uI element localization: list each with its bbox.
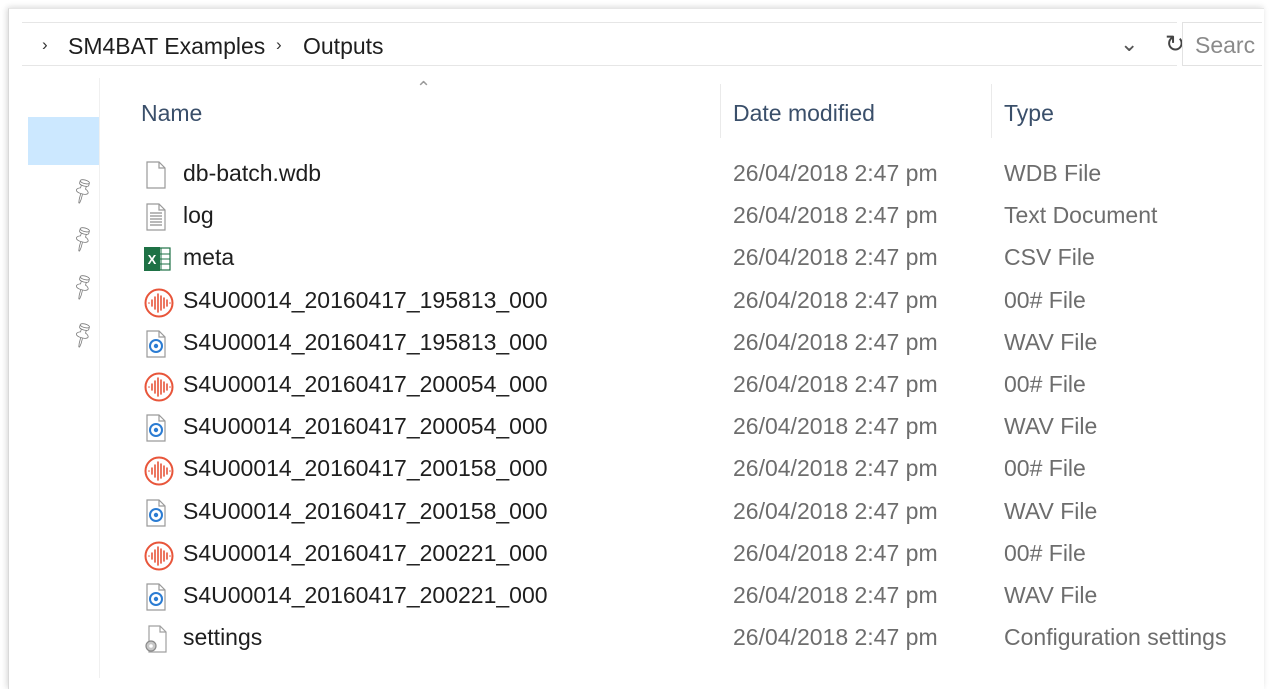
file-type: Configuration settings: [1004, 624, 1227, 651]
search-input[interactable]: Searc: [1182, 22, 1262, 66]
search-placeholder: Searc: [1195, 32, 1256, 58]
blank-file-icon: [144, 161, 168, 189]
file-row[interactable]: log 26/04/2018 2:47 pm Text Document: [130, 195, 1250, 237]
svg-text:X: X: [148, 252, 157, 267]
file-type: Text Document: [1004, 202, 1158, 229]
file-row[interactable]: db-batch.wdb 26/04/2018 2:47 pm WDB File: [130, 153, 1250, 195]
file-name: S4U00014_20160417_200054_000: [183, 371, 548, 397]
file-row[interactable]: S4U00014_20160417_200221_000 26/04/2018 2…: [130, 533, 1250, 575]
file-name: log: [183, 202, 214, 229]
file-date-modified: 26/04/2018 2:47 pm: [733, 455, 938, 482]
file-name: S4U00014_20160417_200158_000: [183, 455, 548, 482]
file-date-modified: 26/04/2018 2:47 pm: [733, 202, 938, 229]
breadcrumb-separator-icon[interactable]: ›: [276, 35, 282, 55]
waveform-icon: [144, 541, 174, 571]
file-row[interactable]: S4U00014_20160417_200158_000 26/04/2018 2…: [130, 491, 1250, 533]
file-type: 00# File: [1004, 455, 1086, 482]
file-name: S4U00014_20160417_200221_000: [183, 582, 548, 608]
file-type: WAV File: [1004, 413, 1098, 440]
file-name: S4U00014_20160417_195813_000: [183, 286, 548, 313]
file-type: 00# File: [1004, 286, 1086, 313]
file-name: S4U00014_20160417_200054_000: [183, 413, 548, 440]
waveform-icon: [144, 372, 174, 402]
waveform-icon: [144, 288, 174, 318]
breadcrumb-expand-icon[interactable]: ›: [42, 35, 48, 55]
breadcrumb-item-sm4bat-examples[interactable]: SM4BAT Examples: [68, 33, 265, 60]
file-type: WAV File: [1004, 582, 1098, 608]
file-row[interactable]: settings 26/04/2018 2:47 pm Configuration …: [130, 617, 1250, 659]
file-date-modified: 26/04/2018 2:47 pm: [733, 286, 938, 313]
file-type: WAV File: [1004, 497, 1098, 524]
excel-icon: X: [144, 245, 171, 273]
file-date-modified: 26/04/2018 2:47 pm: [733, 160, 938, 186]
text-document-icon: [144, 203, 168, 231]
file-type: WDB File: [1004, 160, 1102, 186]
chevron-down-icon[interactable]: ⌄: [1120, 31, 1138, 57]
wav-file-icon: [144, 583, 168, 611]
file-type: 00# File: [1004, 371, 1086, 397]
file-date-modified: 26/04/2018 2:47 pm: [733, 582, 938, 608]
file-date-modified: 26/04/2018 2:47 pm: [733, 413, 938, 440]
navigation-pane: [22, 78, 100, 678]
settings-file-icon: [144, 625, 168, 653]
file-date-modified: 26/04/2018 2:47 pm: [733, 371, 938, 397]
file-row[interactable]: Xmeta 26/04/2018 2:47 pm CSV File: [130, 237, 1250, 279]
column-divider[interactable]: [991, 84, 992, 138]
file-row[interactable]: S4U00014_20160417_200221_000 26/04/2018 2…: [130, 575, 1250, 617]
breadcrumb-item-outputs[interactable]: Outputs: [303, 33, 384, 60]
wav-file-icon: [144, 414, 168, 442]
file-row[interactable]: S4U00014_20160417_200054_000 26/04/2018 2…: [130, 406, 1250, 448]
file-row[interactable]: S4U00014_20160417_195813_000 26/04/2018 2…: [130, 280, 1250, 322]
file-name: meta: [183, 244, 235, 271]
file-type: CSV File: [1004, 244, 1095, 271]
file-name: settings: [183, 624, 263, 651]
file-name: S4U00014_20160417_195813_000: [183, 328, 548, 355]
file-name: S4U00014_20160417_200221_000: [183, 539, 548, 566]
file-name: S4U00014_20160417_200158_000: [183, 497, 548, 524]
column-header-date-modified[interactable]: Date modified: [733, 100, 875, 127]
waveform-icon: [144, 456, 174, 486]
file-date-modified: 26/04/2018 2:47 pm: [733, 497, 938, 524]
file-date-modified: 26/04/2018 2:47 pm: [733, 244, 938, 271]
file-type: WAV File: [1004, 328, 1098, 355]
column-header-type[interactable]: Type: [1004, 100, 1054, 127]
file-date-modified: 26/04/2018 2:47 pm: [733, 624, 938, 651]
nav-item-selected[interactable]: [28, 117, 99, 165]
sort-ascending-icon: ⌃: [416, 78, 432, 98]
file-type: 00# File: [1004, 539, 1086, 566]
file-row[interactable]: S4U00014_20160417_195813_000 26/04/2018 2…: [130, 322, 1250, 364]
column-divider[interactable]: [720, 84, 721, 138]
file-row[interactable]: S4U00014_20160417_200054_000 26/04/2018 2…: [130, 364, 1250, 406]
wav-file-icon: [144, 330, 168, 358]
file-row[interactable]: S4U00014_20160417_200158_000 26/04/2018 2…: [130, 448, 1250, 490]
column-header-name[interactable]: Name: [141, 100, 202, 127]
file-name: db-batch.wdb: [183, 160, 322, 186]
file-date-modified: 26/04/2018 2:47 pm: [733, 328, 938, 355]
file-date-modified: 26/04/2018 2:47 pm: [733, 539, 938, 566]
wav-file-icon: [144, 498, 168, 527]
address-bar[interactable]: › SM4BAT Examples › Outputs ⌄ ↻: [22, 22, 1185, 66]
